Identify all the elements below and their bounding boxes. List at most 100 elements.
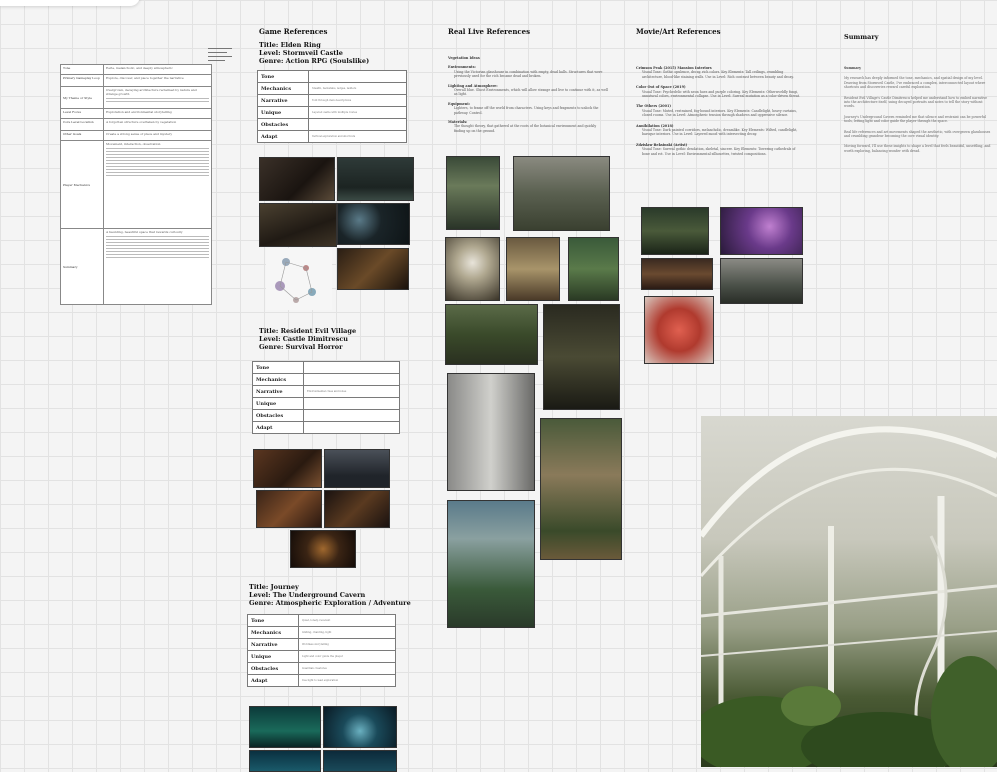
game-card-journey[interactable]: Title: Journey Level: The Underground Ca… [249, 583, 411, 607]
column-heading-real-life-references: Real Live References [448, 27, 531, 36]
table-key: Tone [60, 64, 104, 75]
attr-value: Layered castle with multiple routes [308, 106, 407, 119]
game-genre: Genre: Survival Horror [259, 343, 343, 351]
greenhouse-photo[interactable] [701, 416, 997, 767]
game-genre: Genre: Atmospheric Exploration / Adventu… [249, 599, 411, 607]
screenshot-thumbnail[interactable] [249, 706, 321, 748]
attr-key: Tone [247, 614, 299, 627]
movie-art-notes[interactable]: Crimson Peak (2015) Mansion Interiors Vis… [636, 66, 802, 156]
summary-paragraph: Journey's Underground Cavern reminded me… [844, 114, 986, 124]
summary-paragraph: Resident Evil Village's Castle Dimitresc… [844, 95, 988, 109]
screenshot-thumbnail[interactable] [256, 490, 322, 528]
attr-key: Unique [247, 650, 299, 663]
screenshot-thumbnail[interactable] [337, 248, 409, 290]
photo-thumbnail[interactable] [568, 237, 619, 301]
attr-value: Vertical exploration and shortcuts [308, 130, 407, 143]
photo-thumbnail[interactable] [506, 237, 560, 301]
game-attributes-table[interactable]: Tone Quiet, lonely, reverent Mechanics Gli… [247, 614, 396, 687]
note-body: Visual Tone: Dark painted corridors, mel… [642, 128, 798, 137]
photo-thumbnail[interactable] [543, 304, 620, 410]
attr-value [303, 421, 400, 434]
photo-thumbnail[interactable] [445, 237, 500, 301]
screenshot-thumbnail[interactable] [253, 449, 322, 488]
table-value: Eerie, melancholic, and deeply atmospher… [103, 64, 212, 75]
photo-thumbnail[interactable] [446, 156, 500, 230]
screenshot-thumbnail[interactable] [323, 750, 397, 772]
attr-key: Obstacles [257, 118, 309, 131]
screenshot-thumbnail[interactable] [337, 157, 414, 201]
level-map-thumbnail[interactable] [266, 248, 332, 310]
photo-thumbnail[interactable] [447, 500, 535, 628]
attr-key: Tone [257, 70, 309, 83]
attr-value: Wordless storytelling [298, 638, 396, 651]
note-body: Visual Tone: Surreal gothic desolation, … [642, 147, 796, 156]
summary-paragraph: Summary [844, 66, 861, 70]
table-key: Level Focus [60, 108, 104, 119]
screenshot-thumbnail[interactable] [337, 203, 410, 245]
table-value: A haunting, beautiful space that rewards… [103, 228, 212, 305]
toolbar-tab[interactable] [0, 0, 140, 6]
attr-value [303, 409, 400, 422]
photo-thumbnail[interactable] [540, 418, 622, 560]
real-life-notes[interactable]: Vegetation Ideas Environments: Using the … [448, 56, 608, 133]
attr-key: Tone [252, 361, 304, 374]
attr-value: Environmental clues and notes [303, 385, 400, 398]
attr-value [303, 373, 400, 386]
project-summary-table[interactable]: Tone Eerie, melancholic, and deeply atmos… [60, 64, 212, 305]
game-level: Level: Stormveil Castle [259, 49, 343, 57]
attr-value: Use light to lead exploration [298, 674, 396, 687]
note-body: Visual Tone: Muted, restrained, fog-boun… [642, 108, 797, 118]
game-card-resident-evil-village[interactable]: Title: Resident Evil Village Level: Cast… [259, 327, 356, 351]
screenshot-thumbnail[interactable] [324, 490, 390, 528]
game-card-elden-ring[interactable]: Title: Elden Ring Level: Stormveil Castl… [259, 41, 369, 65]
note-body: Visual Tone: Psychedelic with neon hues … [642, 89, 801, 99]
attr-value: Told through item descriptions [308, 94, 407, 107]
table-key: My Theme or Style [60, 86, 104, 109]
text-lines-icon[interactable] [208, 48, 232, 64]
table-value: Exploration and environmental storytelli… [103, 108, 212, 119]
film-still-thumbnail[interactable] [641, 258, 713, 290]
film-still-thumbnail[interactable] [720, 258, 803, 304]
screenshot-thumbnail[interactable] [249, 750, 321, 772]
film-still-thumbnail[interactable] [641, 207, 709, 255]
table-value: Explore, discover, and piece together th… [103, 74, 212, 87]
game-attributes-table[interactable]: Tone Mechanics Stealth, backstabs, ledges… [257, 70, 407, 143]
note-body: Overall blue. Ghost Environments, which … [454, 88, 608, 97]
photo-thumbnail[interactable] [513, 156, 610, 231]
summary-paragraph: Moving forward, I'll use these insights … [844, 144, 991, 153]
photo-thumbnail[interactable] [445, 304, 538, 365]
greenhouse-illustration [701, 426, 997, 767]
summary-text[interactable]: Summary My research has deeply informed … [844, 66, 992, 159]
attr-key: Adapt [247, 674, 299, 687]
attr-key: Obstacles [247, 662, 299, 675]
game-title: Title: Resident Evil Village [259, 327, 357, 335]
column-heading-summary: Summary [844, 33, 879, 41]
attr-value: Light and color guide the player [298, 650, 396, 663]
table-value: Create a strong sense of place and myste… [103, 130, 212, 141]
game-title: Title: Elden Ring [259, 41, 321, 49]
photo-thumbnail[interactable] [447, 373, 535, 491]
attr-key: Mechanics [247, 626, 299, 639]
screenshot-thumbnail[interactable] [324, 449, 390, 488]
note-body: Using the Victorian glasshouse in combin… [454, 69, 603, 79]
table-key: Core Level Location [60, 118, 104, 131]
attr-value [308, 70, 407, 83]
attr-key: Narrative [247, 638, 299, 651]
screenshot-thumbnail[interactable] [290, 530, 356, 568]
column-heading-movie-art-references: Movie/Art References [636, 27, 721, 36]
film-still-thumbnail[interactable] [720, 207, 803, 255]
screenshot-thumbnail[interactable] [323, 706, 397, 748]
artwork-thumbnail[interactable] [644, 296, 714, 364]
attr-key: Narrative [257, 94, 309, 107]
screenshot-thumbnail[interactable] [259, 157, 335, 201]
game-level: Level: The Underground Cavern [249, 591, 366, 599]
game-genre: Genre: Action RPG (Soulslike) [259, 57, 370, 65]
summary-paragraph: My research has deeply informed the tone… [844, 76, 986, 90]
attr-key: Mechanics [257, 82, 309, 95]
screenshot-thumbnail[interactable] [259, 203, 337, 247]
attr-value [303, 397, 400, 410]
attr-value: Quiet, lonely, reverent [298, 614, 396, 627]
game-title: Title: Journey [249, 583, 299, 591]
game-attributes-table[interactable]: Tone Mechanics Narrative Environmental cl… [252, 361, 400, 434]
table-key: Primary Gameplay Loop [60, 74, 104, 87]
